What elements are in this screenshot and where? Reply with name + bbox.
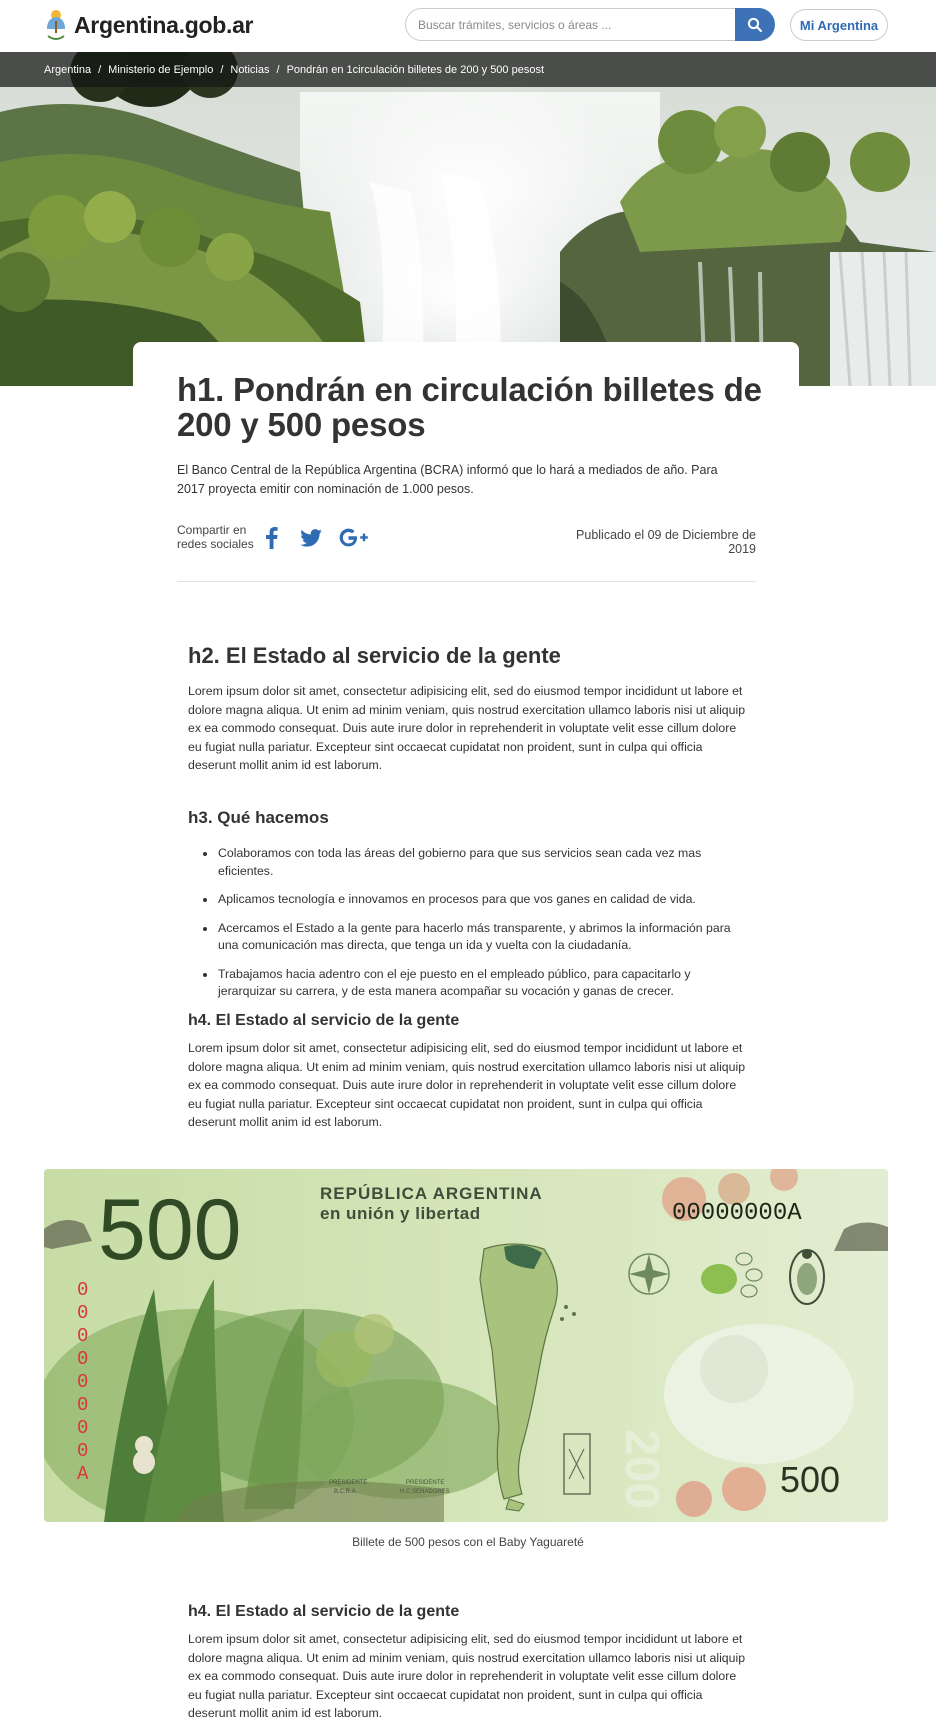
brand-logo[interactable]: Argentina.gob.ar	[44, 8, 254, 42]
breadcrumb: Argentina / Ministerio de Ejemplo / Noti…	[0, 52, 936, 87]
breadcrumb-separator: /	[276, 63, 280, 76]
signature-subtitle: B.C.R.A.	[334, 1489, 358, 1495]
section-heading-h4: h4. El Estado al servicio de la gente	[188, 1603, 460, 1620]
breadcrumb-item-current: Pondrán en 1circulación billetes de 200 …	[286, 63, 545, 76]
search-input[interactable]	[405, 8, 735, 41]
share-label-line2: redes sociales	[177, 537, 254, 551]
list-item: Trabajamos hacia adentro con el eje pues…	[217, 966, 748, 1001]
list-item: Colaboramos con toda las áreas del gobie…	[217, 845, 748, 880]
serial-char: 0	[77, 1348, 88, 1370]
divider	[177, 581, 756, 582]
page-title-line2: 200 y 500 pesos	[177, 406, 426, 443]
search-bar	[405, 8, 775, 41]
published-date: Publicado el 09 de Diciembre de 2019	[576, 528, 756, 556]
signature-title: PRESIDENTE	[406, 1480, 444, 1486]
section-heading-h3: h3. Qué hacemos	[188, 808, 329, 827]
image-caption: Billete de 500 pesos con el Baby Yaguare…	[352, 1535, 584, 1549]
share-label-line1: Compartir en	[177, 523, 247, 537]
banknote-republic: REPÚBLICA ARGENTINA	[320, 1184, 543, 1203]
page-title: h1. Pondrán en circulación billetes de 2…	[177, 372, 777, 442]
section-paragraph: Lorem ipsum dolor sit amet, consectetur …	[188, 684, 746, 772]
serial-char: 0	[77, 1440, 88, 1462]
banknote-artwork: 200 500 REPÚBLICA ARGENTINA en unión y l…	[44, 1169, 888, 1522]
breadcrumb-separator: /	[220, 63, 224, 76]
breadcrumb-item-noticias[interactable]: Noticias	[230, 64, 269, 76]
section-heading-h4: h4. El Estado al servicio de la gente	[188, 1012, 460, 1029]
serial-char: 0	[77, 1302, 88, 1324]
share-label: Compartir en redes sociales	[177, 523, 257, 551]
coat-of-arms-icon	[47, 10, 65, 41]
breadcrumb-item-ministerio[interactable]: Ministerio de Ejemplo	[108, 64, 213, 76]
signature-title: PRESIDENTE	[329, 1480, 367, 1486]
banknote-denomination-small: 500	[780, 1459, 840, 1500]
banknote-denomination: 500	[98, 1182, 242, 1278]
share-twitter-button[interactable]	[299, 527, 323, 549]
page-title-line1: h1. Pondrán en circulación billetes de	[177, 371, 762, 408]
banknote-image: 200 500 REPÚBLICA ARGENTINA en unión y l…	[44, 1169, 888, 1522]
search-button[interactable]	[735, 8, 775, 41]
list-item: Aplicamos tecnología e innovamos en proc…	[217, 891, 748, 909]
share-facebook-button[interactable]	[260, 527, 282, 549]
mi-argentina-button[interactable]: Mi Argentina	[790, 9, 888, 41]
banknote-serial: 00000000A	[672, 1200, 802, 1227]
section-heading-h2: h2. El Estado al servicio de la gente	[188, 643, 561, 668]
svg-text:200: 200	[615, 1429, 668, 1509]
search-icon	[747, 17, 763, 32]
section-paragraph: Lorem ipsum dolor sit amet, consectetur …	[188, 1041, 746, 1129]
site-header: Argentina.gob.ar Mi Argentina	[0, 0, 936, 52]
facebook-icon	[265, 527, 278, 549]
serial-char: 0	[77, 1417, 88, 1439]
serial-char: 0	[77, 1325, 88, 1347]
banknote-vertical-serial: 0 0 0 0 0 0 0 0 A	[77, 1279, 89, 1485]
share-google-plus-button[interactable]	[338, 527, 370, 549]
google-plus-icon	[339, 528, 368, 547]
serial-char: 0	[77, 1279, 88, 1301]
signature-subtitle: H.C.SENADORES	[400, 1489, 450, 1495]
serial-char: 0	[77, 1394, 88, 1416]
section-paragraph: Lorem ipsum dolor sit amet, consectetur …	[188, 1632, 746, 1720]
watermark-denomination: 200	[615, 1429, 668, 1509]
list-item: Acercamos el Estado a la gente para hace…	[217, 920, 748, 955]
banknote-motto: en unión y libertad	[320, 1204, 481, 1223]
breadcrumb-item-argentina[interactable]: Argentina	[44, 64, 91, 76]
article-lead: El Banco Central de la República Argenti…	[177, 463, 718, 496]
hero-waterfall-image	[0, 52, 936, 386]
serial-char: A	[77, 1463, 89, 1485]
twitter-icon	[300, 529, 322, 547]
serial-char: 0	[77, 1371, 88, 1393]
services-list: Colaboramos con toda las áreas del gobie…	[188, 845, 748, 1012]
breadcrumb-separator: /	[98, 63, 102, 76]
brand-name: Argentina.gob.ar	[74, 11, 254, 38]
